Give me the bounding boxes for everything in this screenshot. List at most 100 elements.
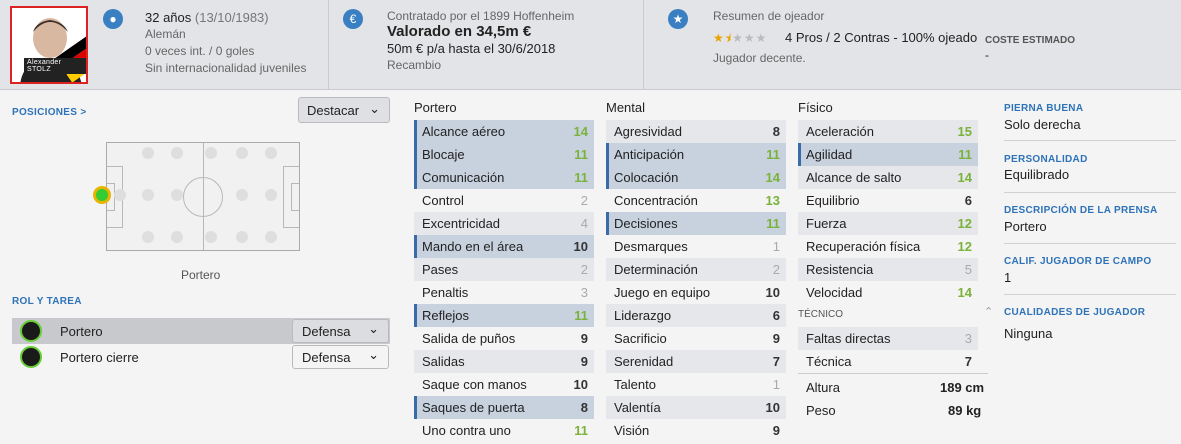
attribute-row: Resistencia 5: [798, 258, 978, 281]
personality-label: PERSONALIDAD: [1004, 154, 1088, 165]
attribute-value: 5: [964, 262, 972, 277]
attribute-name: Alcance aéreo: [422, 124, 506, 139]
attribute-row: Alcance de salto 14: [798, 166, 978, 189]
player-wage: 50m € p/a hasta el 30/6/2018: [387, 41, 556, 56]
duty-dropdown[interactable]: Defensa ⌄: [292, 345, 389, 369]
attribute-value: 11: [958, 147, 972, 162]
role-row[interactable]: Portero Defensa ⌄: [12, 318, 390, 344]
attribute-value: 6: [772, 308, 780, 323]
physical-header: Físico: [798, 100, 833, 115]
attribute-value: 11: [574, 423, 588, 438]
attribute-row: Alcance aéreo 14: [414, 120, 594, 143]
attribute-row: Reflejos 11: [414, 304, 594, 327]
player-age: 32 años (13/10/1983): [145, 10, 269, 25]
outfield-rating-value: 1: [1004, 270, 1012, 285]
attribute-name: Alcance de salto: [806, 170, 902, 185]
outfield-rating-label: CALIF. JUGADOR DE CAMPO: [1004, 256, 1152, 267]
contract-icon: €: [343, 9, 363, 29]
attribute-value: 9: [772, 331, 780, 346]
attribute-row: Colocación 14: [606, 166, 786, 189]
chevron-down-icon: ⌄: [369, 101, 380, 116]
weight-label: Peso: [806, 403, 836, 418]
attribute-row: Agilidad 11: [798, 143, 978, 166]
contract-label: Contratado por el 1899 Hoffenheim: [387, 9, 575, 23]
scout-description: Jugador decente.: [713, 51, 806, 65]
attribute-name: Agilidad: [806, 147, 853, 162]
player-photo: Alexander STOLZ: [10, 6, 88, 84]
collapse-icon[interactable]: ⌃: [984, 305, 993, 318]
personality-value: Equilibrado: [1004, 167, 1070, 182]
attribute-value: 14: [573, 124, 588, 139]
attribute-value: 15: [957, 124, 972, 139]
attribute-name: Visión: [614, 423, 650, 438]
attribute-value: 10: [765, 400, 780, 415]
height-value: 189 cm: [940, 380, 985, 395]
attribute-value: 12: [957, 216, 972, 231]
attribute-value: 3: [580, 285, 588, 300]
attribute-value: 11: [574, 170, 588, 185]
player-traits-label: CUALIDADES DE JUGADOR: [1004, 307, 1146, 318]
role-icon: [20, 346, 42, 368]
attribute-row: Penaltis 3: [414, 281, 594, 304]
goalkeeper-position-marker[interactable]: [93, 186, 111, 204]
attribute-row: Comunicación 11: [414, 166, 594, 189]
attribute-value: 9: [580, 331, 588, 346]
attribute-row: Técnica 7: [798, 350, 978, 373]
chevron-down-icon: ⌄: [368, 347, 379, 362]
attribute-value: 9: [580, 354, 588, 369]
attribute-name: Pases: [422, 262, 459, 277]
highlight-dropdown[interactable]: Destacar ⌄: [298, 97, 390, 123]
duty-dropdown[interactable]: Defensa ⌄: [292, 319, 389, 343]
attribute-row: Excentricidad 4: [414, 212, 594, 235]
attribute-value: 10: [765, 285, 780, 300]
attribute-name: Saque con manos: [422, 377, 527, 392]
attribute-name: Excentricidad: [422, 216, 501, 231]
attribute-name: Concentración: [614, 193, 698, 208]
attribute-name: Blocaje: [422, 147, 465, 162]
press-description-label: DESCRIPCIÓN DE LA PRENSA: [1004, 205, 1158, 216]
highlight-label: Destacar: [307, 103, 360, 118]
height-label: Altura: [806, 380, 840, 395]
preferred-foot-label: PIERNA BUENA: [1004, 103, 1084, 114]
attribute-name: Recuperación física: [806, 239, 921, 254]
attribute-name: Equilibrio: [806, 193, 860, 208]
attribute-row: Salida de puños 9: [414, 327, 594, 350]
positions-link[interactable]: POSICIONES >: [12, 107, 86, 118]
attribute-row: Sacrificio 9: [606, 327, 786, 350]
attribute-value: 10: [573, 239, 588, 254]
attribute-name: Anticipación: [614, 147, 685, 162]
attribute-row: Uno contra uno 11: [414, 419, 594, 442]
attribute-row: Determinación 2: [606, 258, 786, 281]
cost-label: COSTE ESTIMADO: [985, 35, 1076, 46]
attribute-row: Fuerza 12: [798, 212, 978, 235]
attribute-name: Decisiones: [614, 216, 678, 231]
scout-stars: ★⯨★★★: [713, 31, 768, 45]
attribute-row: Faltas directas 3: [798, 327, 978, 350]
player-youth-caps: Sin internacionalidad juveniles: [145, 61, 307, 75]
attribute-name: Técnica: [806, 354, 852, 369]
attribute-row: Aceleración 15: [798, 120, 978, 143]
scout-label: Resumen de ojeador: [713, 9, 825, 23]
attribute-name: Faltas directas: [806, 331, 891, 346]
attribute-row: Juego en equipo 10: [606, 281, 786, 304]
attribute-value: 12: [957, 239, 972, 254]
attribute-value: 8: [580, 400, 588, 415]
attribute-row: Anticipación 11: [606, 143, 786, 166]
scout-summary: 4 Pros / 2 Contras - 100% ojeado: [785, 30, 978, 45]
attribute-name: Salidas: [422, 354, 465, 369]
attribute-value: 3: [964, 331, 972, 346]
technical-header: TÉCNICO: [798, 309, 843, 320]
attribute-row: Recuperación física 12: [798, 235, 978, 258]
mental-header: Mental: [606, 100, 646, 115]
attribute-value: 2: [580, 193, 588, 208]
attribute-name: Velocidad: [806, 285, 863, 300]
player-name-tag: Alexander STOLZ: [24, 58, 86, 74]
attribute-name: Uno contra uno: [422, 423, 511, 438]
goalkeeping-header: Portero: [414, 100, 457, 115]
player-header: Alexander STOLZ ● 32 años (13/10/1983) A…: [0, 0, 1181, 90]
attribute-name: Colocación: [614, 170, 679, 185]
attribute-value: 8: [772, 124, 780, 139]
role-row[interactable]: Portero cierre Defensa ⌄: [12, 344, 390, 370]
attribute-name: Aceleración: [806, 124, 874, 139]
attribute-value: 14: [957, 170, 972, 185]
